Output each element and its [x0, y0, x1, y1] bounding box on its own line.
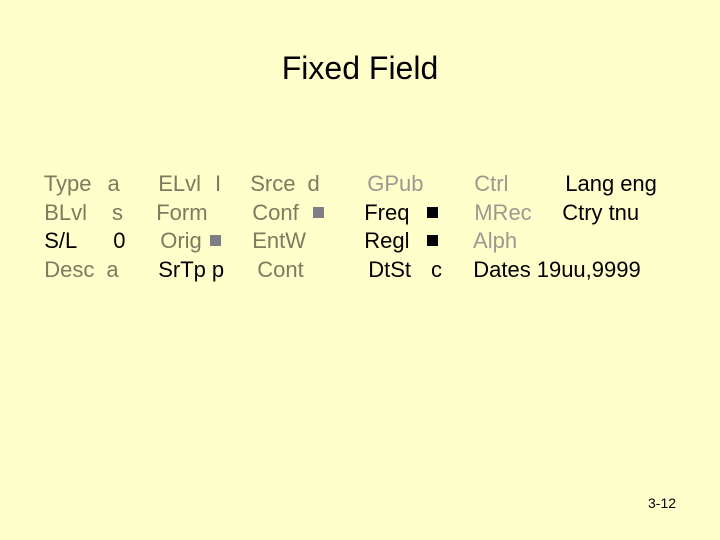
field-value: c: [431, 257, 443, 282]
field-dtst: DtSt c: [356, 228, 442, 284]
field-value: 19uu,9999: [536, 257, 641, 282]
field-ctry: Ctry tnu: [550, 171, 639, 227]
field-label: Cont: [257, 257, 304, 282]
field-cont: Cont: [245, 228, 304, 284]
page-number: 3-12: [648, 495, 677, 511]
field-dates: Dates 19uu,9999: [461, 228, 641, 284]
field-srtp: SrTp p: [146, 228, 224, 284]
field-value: a: [106, 257, 119, 282]
field-label: SrTp: [158, 257, 206, 282]
field-label: Dates: [473, 257, 531, 282]
fill-character-icon: [312, 207, 324, 218]
field-value: p: [211, 257, 225, 282]
field-label: Ctry: [562, 200, 603, 225]
field-label: DtSt: [368, 257, 412, 282]
field-label: Desc: [44, 257, 95, 282]
field-value: tnu: [608, 200, 640, 225]
field-value: I: [215, 171, 222, 196]
field-desc: Desc a: [32, 228, 119, 284]
page-title: Fixed Field: [281, 50, 439, 86]
